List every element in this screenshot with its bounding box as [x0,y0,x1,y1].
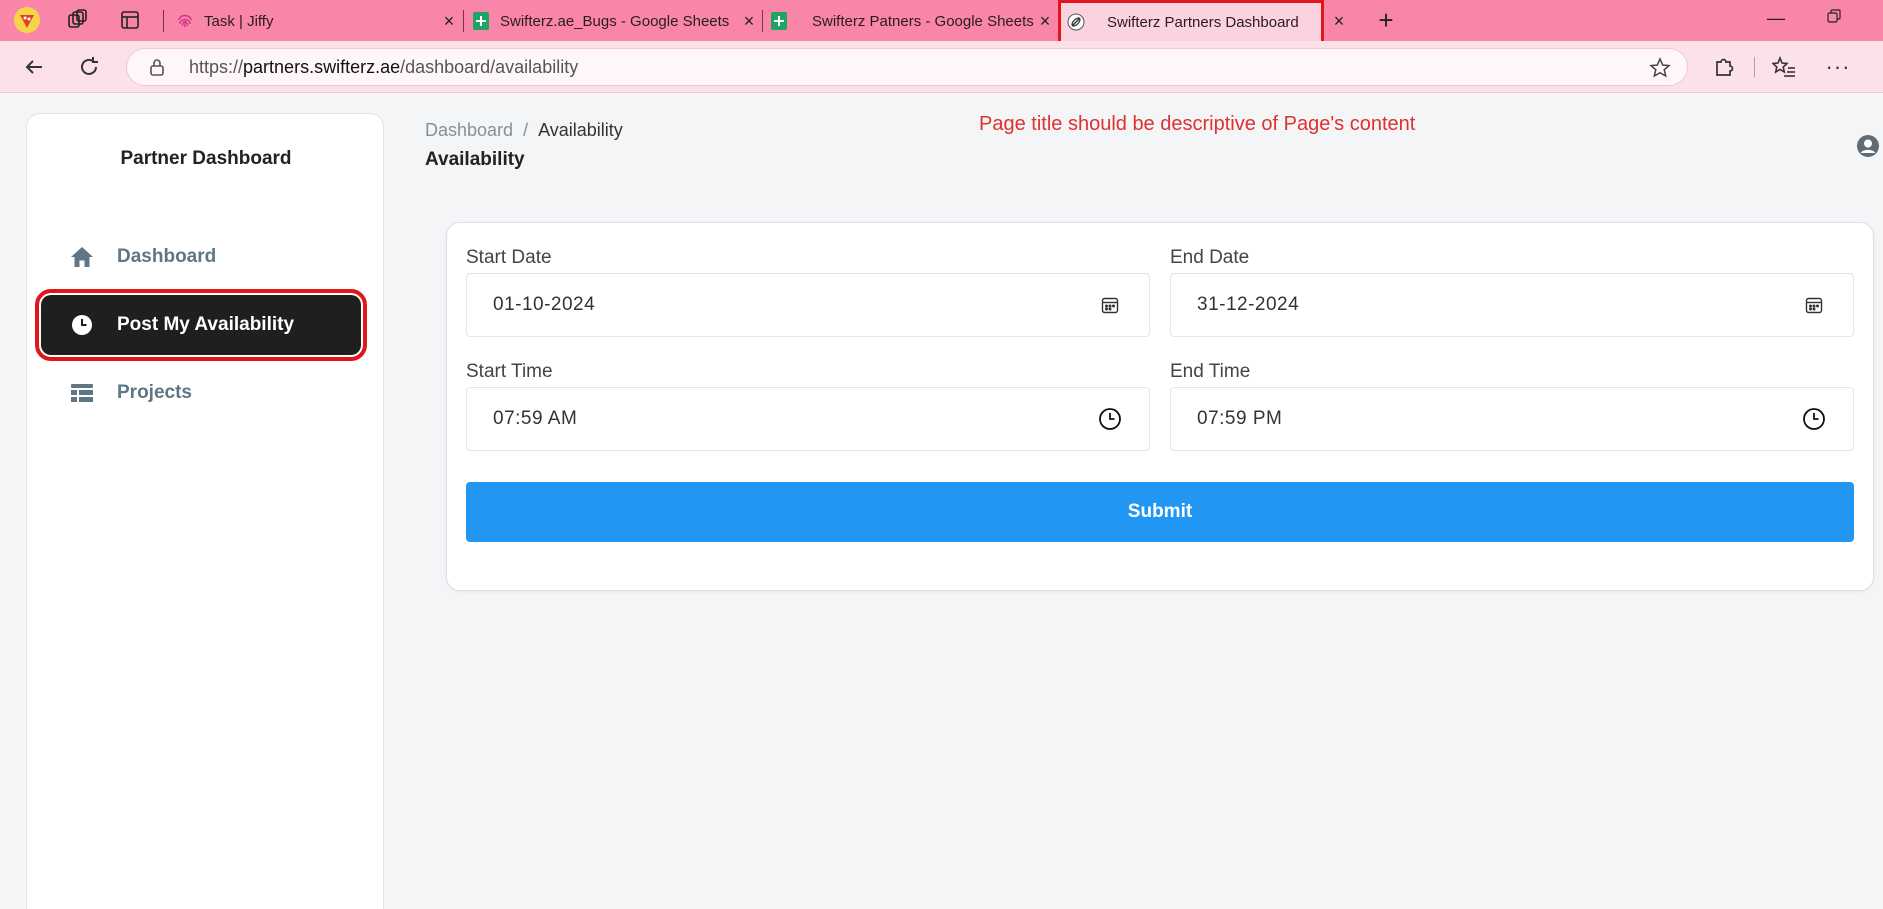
breadcrumb: Dashboard / Availability [425,120,623,141]
profile-avatar-icon[interactable] [12,5,42,35]
favorites-button[interactable] [1770,53,1798,81]
calendar-icon[interactable] [1801,292,1827,318]
ellipsis-icon: ··· [1825,54,1851,79]
favorites-list-icon [1772,56,1795,77]
sidebar-item-label: Post My Availability [117,314,295,335]
end-date-label: End Date [1170,247,1250,268]
sidebar-item-label: Dashboard [117,246,217,267]
close-tab-icon[interactable]: × [438,11,460,32]
url-text: https://partners.swifterz.ae/dashboard/a… [189,56,579,77]
page-title: Availability [425,149,525,170]
availability-form-card: Start Date 01-10-2024 End Date 31-12-202… [446,222,1874,591]
start-time-label: Start Time [466,361,553,382]
sidebar: Partner Dashboard Dashboard Post My Avai… [26,113,384,909]
tab-swifterz-patners-sheet[interactable]: Swifterz Patners - Google Sheets × [764,4,1056,38]
puzzle-icon [1716,58,1734,76]
submit-button[interactable]: Submit [466,482,1854,542]
address-bar[interactable]: https://partners.swifterz.ae/dashboard/a… [126,48,1688,86]
breadcrumb-separator: / [523,120,529,140]
tab-separator [463,10,464,32]
home-icon [69,244,95,270]
end-time-input[interactable]: 07:59 PM [1170,387,1854,451]
lock-icon [149,58,169,76]
end-date-value: 31-12-2024 [1197,294,1300,315]
sidebar-item-post-my-availability[interactable]: Post My Availability [35,289,367,361]
back-button[interactable] [18,51,50,83]
close-tab-icon[interactable]: × [1328,11,1350,32]
end-time-value: 07:59 PM [1197,408,1283,429]
close-tab-icon[interactable]: × [738,11,760,32]
browser-toolbar: https://partners.swifterz.ae/dashboard/a… [0,41,1883,93]
plus-icon: + [1378,4,1394,35]
new-tab-button[interactable]: + [1371,5,1401,35]
workspaces-icon[interactable] [63,5,93,35]
bug-annotation-note: Page title should be descriptive of Page… [979,113,1416,135]
reload-icon [81,57,98,75]
table-icon [69,380,95,406]
tab-title: Swifterz.ae_Bugs - Google Sheets [500,12,730,30]
tab-task-jiffy[interactable]: Task | Jiffy × [170,4,460,38]
reload-button[interactable] [73,51,105,83]
tab-separator [163,10,164,32]
more-options-button[interactable]: ··· [1824,53,1852,81]
swifterz-logo-icon [1067,13,1085,31]
start-time-value: 07:59 AM [493,408,578,429]
sidebar-title: Partner Dashboard [120,148,292,169]
calendar-icon[interactable] [1097,292,1123,318]
end-date-input[interactable]: 31-12-2024 [1170,273,1854,337]
breadcrumb-dashboard-link[interactable]: Dashboard [425,120,513,140]
tab-close-active: × [1328,4,1354,38]
tab-actions-icon[interactable] [115,5,145,35]
breadcrumb-current: Availability [538,120,623,140]
tab-separator [762,10,763,32]
restore-window-icon[interactable] [1826,8,1842,29]
tab-swifterz-partners-dashboard[interactable]: Swifterz Partners Dashboard [1058,0,1324,44]
tab-swifterz-bugs-sheet[interactable]: Swifterz.ae_Bugs - Google Sheets × [466,4,760,38]
start-time-input[interactable]: 07:59 AM [466,387,1150,451]
clock-icon[interactable] [1801,406,1827,432]
sidebar-item-label: Projects [117,382,192,403]
tab-title: Task | Jiffy [204,12,274,30]
toolbar-separator [1754,57,1755,77]
clock-icon[interactable] [1097,406,1123,432]
minimize-window-icon[interactable]: — [1767,8,1785,29]
favorite-star-icon[interactable] [1649,57,1671,84]
tab-title: Swifterz Partners Dashboard [1107,13,1299,31]
start-date-value: 01-10-2024 [493,294,596,315]
sidebar-item-projects[interactable]: Projects [41,363,361,423]
clock-icon [69,312,95,338]
arrow-left-icon [25,60,42,74]
extensions-button[interactable] [1710,53,1738,81]
start-date-input[interactable]: 01-10-2024 [466,273,1150,337]
google-sheets-icon [472,12,490,30]
browser-tab-strip: Task | Jiffy × Swifterz.ae_Bugs - Google… [0,0,1883,44]
close-tab-icon[interactable]: × [1034,11,1056,32]
fingerprint-icon [176,12,194,30]
user-account-icon[interactable] [1856,134,1880,158]
sidebar-item-dashboard[interactable]: Dashboard [41,227,361,287]
end-time-label: End Time [1170,361,1251,382]
tab-title: Swifterz Patners - Google Sheets [812,12,1034,30]
google-sheets-icon [770,12,788,30]
start-date-label: Start Date [466,247,552,268]
